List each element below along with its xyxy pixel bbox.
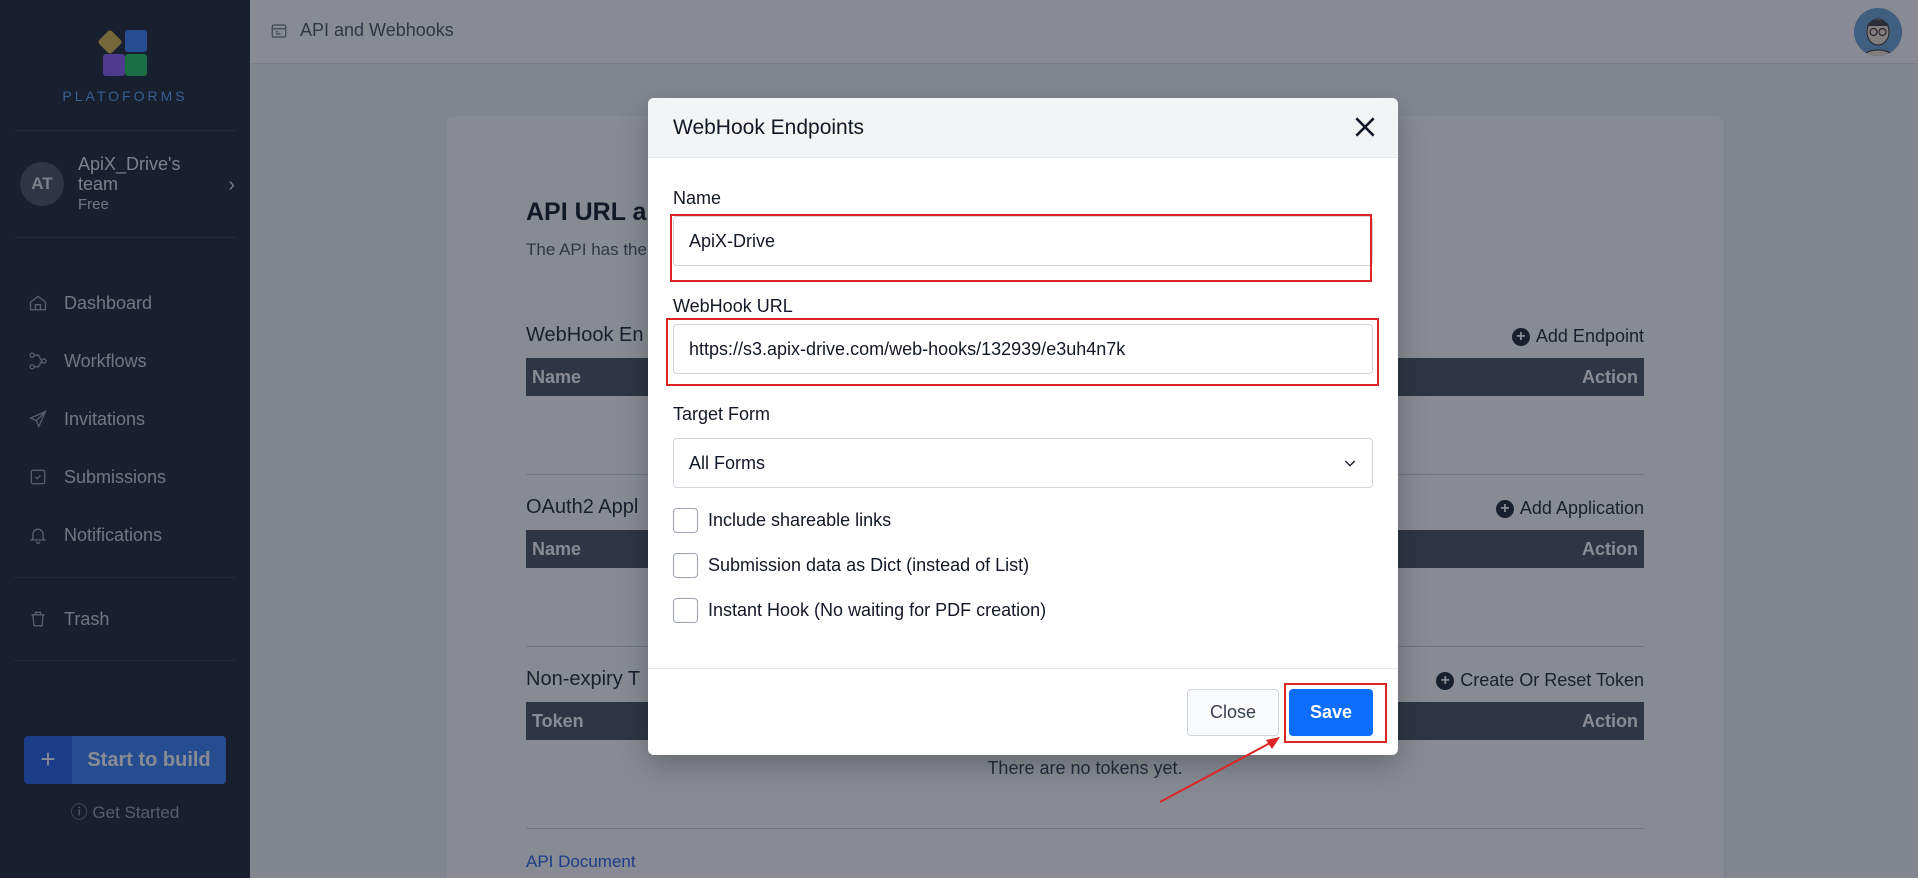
instant-hook-option[interactable]: Instant Hook (No waiting for PDF creatio… — [673, 598, 1046, 623]
target-form-label: Target Form — [673, 404, 771, 424]
target-form-value: All Forms — [689, 453, 765, 473]
submission-dict-checkbox[interactable] — [673, 553, 698, 578]
include-shareable-links-checkbox[interactable] — [673, 508, 698, 533]
modal-header: WebHook Endpoints — [648, 98, 1398, 158]
name-field-highlight — [670, 214, 1372, 282]
close-button[interactable]: Close — [1187, 689, 1279, 736]
save-button-highlight — [1284, 683, 1387, 743]
instant-hook-checkbox[interactable] — [673, 598, 698, 623]
modal-title: WebHook Endpoints — [673, 116, 865, 139]
url-field-highlight — [666, 318, 1379, 386]
include-shareable-links-option[interactable]: Include shareable links — [673, 508, 891, 533]
submission-dict-option[interactable]: Submission data as Dict (instead of List… — [673, 553, 1029, 578]
close-icon[interactable] — [1352, 114, 1378, 140]
name-label: Name — [673, 188, 722, 208]
webhook-url-label: WebHook URL — [673, 296, 793, 316]
chevron-down-icon — [1344, 460, 1356, 467]
webhook-endpoints-modal: WebHook Endpoints Name WebHook URL Targe… — [648, 98, 1398, 755]
target-form-select[interactable]: All Forms — [673, 438, 1373, 488]
